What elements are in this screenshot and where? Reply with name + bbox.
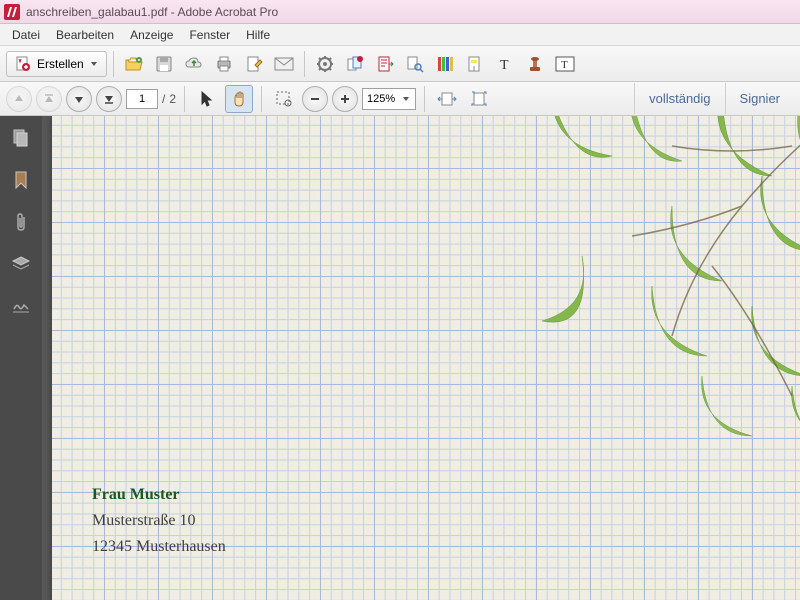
marquee-icon — [275, 90, 293, 108]
color-button[interactable] — [431, 50, 459, 78]
textbox-button[interactable]: T — [551, 50, 579, 78]
text-icon: T — [496, 55, 514, 73]
signature-icon — [11, 297, 31, 315]
minus-icon — [309, 93, 321, 105]
gear-icon — [316, 55, 334, 73]
zoom-value: 125% — [367, 93, 395, 105]
envelope-icon — [274, 57, 294, 71]
textbox-icon: T — [555, 56, 575, 72]
save-button[interactable] — [150, 50, 178, 78]
recipient-city: 12345 Musterhausen — [92, 538, 226, 556]
zoom-select[interactable]: 125% — [362, 88, 416, 110]
hand-tool-button[interactable] — [225, 85, 253, 113]
create-label: Erstellen — [37, 57, 84, 71]
full-mode-link[interactable]: vollständig — [634, 83, 724, 114]
thumbnails-panel-button[interactable] — [7, 124, 35, 152]
left-panel — [0, 116, 42, 600]
arrow-down-bar-icon — [103, 93, 115, 105]
zoom-in-button[interactable] — [332, 86, 358, 112]
combine-icon — [346, 55, 364, 73]
main-toolbar: Erstellen T T — [0, 46, 800, 82]
color-bars-icon — [436, 55, 454, 73]
cursor-icon — [199, 90, 215, 108]
plus-icon — [339, 93, 351, 105]
svg-text:T: T — [561, 59, 568, 71]
zoom-out-button[interactable] — [302, 86, 328, 112]
recipient-street: Musterstraße 10 — [92, 512, 226, 530]
first-page-button[interactable] — [36, 86, 62, 112]
stamp-button[interactable] — [521, 50, 549, 78]
title-bar: anschreiben_galabau1.pdf - Adobe Acrobat… — [0, 0, 800, 24]
menu-window[interactable]: Fenster — [181, 26, 238, 44]
export-button[interactable] — [371, 50, 399, 78]
window-title: anschreiben_galabau1.pdf - Adobe Acrobat… — [26, 5, 278, 19]
find-button[interactable] — [401, 50, 429, 78]
work-area: Frau Muster Musterstraße 10 12345 Muster… — [0, 116, 800, 600]
cloud-button[interactable] — [180, 50, 208, 78]
app-icon — [4, 4, 20, 20]
leaf-decoration — [492, 116, 800, 466]
menu-help[interactable]: Hilfe — [238, 26, 278, 44]
menu-file[interactable]: Datei — [4, 26, 48, 44]
letter-address-block: Frau Muster Musterstraße 10 12345 Muster… — [92, 486, 226, 556]
bookmark-icon — [12, 170, 30, 190]
pdf-page: Frau Muster Musterstraße 10 12345 Muster… — [52, 116, 800, 600]
arrow-up-bar-icon — [43, 93, 55, 105]
page-up-button[interactable] — [6, 86, 32, 112]
page-down-button[interactable] — [66, 86, 92, 112]
create-button[interactable]: Erstellen — [6, 51, 107, 77]
fit-width-icon — [437, 91, 457, 107]
highlight-button[interactable] — [461, 50, 489, 78]
arrow-down-icon — [73, 93, 85, 105]
paperclip-icon — [13, 212, 29, 232]
settings-button[interactable] — [311, 50, 339, 78]
attachments-panel-button[interactable] — [7, 208, 35, 236]
menu-edit[interactable]: Bearbeiten — [48, 26, 122, 44]
menu-view[interactable]: Anzeige — [122, 26, 181, 44]
create-pdf-icon — [15, 56, 31, 72]
page-number-input[interactable] — [126, 89, 158, 109]
text-button[interactable]: T — [491, 50, 519, 78]
print-icon — [215, 55, 233, 73]
print-button[interactable] — [210, 50, 238, 78]
page-separator: / — [162, 92, 165, 106]
export-icon — [376, 55, 394, 73]
page-total: 2 — [169, 92, 176, 106]
svg-text:T: T — [500, 58, 509, 73]
recipient-name: Frau Muster — [92, 486, 226, 504]
arrow-up-icon — [13, 93, 25, 105]
find-icon — [406, 55, 424, 73]
document-area[interactable]: Frau Muster Musterstraße 10 12345 Muster… — [42, 116, 800, 600]
signatures-panel-button[interactable] — [7, 292, 35, 320]
email-button[interactable] — [270, 50, 298, 78]
nav-toolbar: / 2 125% vollständig Signier — [0, 82, 800, 116]
stamp-icon — [526, 55, 544, 73]
select-tool-button[interactable] — [193, 85, 221, 113]
last-page-button[interactable] — [96, 86, 122, 112]
save-icon — [155, 55, 173, 73]
marquee-zoom-button[interactable] — [270, 85, 298, 113]
layers-icon — [11, 255, 31, 273]
hand-icon — [230, 90, 248, 108]
bookmarks-panel-button[interactable] — [7, 166, 35, 194]
highlight-icon — [466, 55, 484, 73]
edit-button[interactable] — [240, 50, 268, 78]
fit-page-button[interactable] — [465, 85, 493, 113]
open-button[interactable] — [120, 50, 148, 78]
cloud-icon — [184, 56, 204, 72]
fit-page-icon — [470, 90, 488, 108]
dropdown-icon — [90, 60, 98, 68]
layers-panel-button[interactable] — [7, 250, 35, 278]
edit-page-icon — [245, 55, 263, 73]
combine-button[interactable] — [341, 50, 369, 78]
sign-link[interactable]: Signier — [725, 83, 794, 114]
pages-icon — [11, 128, 31, 148]
folder-open-icon — [124, 55, 144, 73]
fit-width-button[interactable] — [433, 85, 461, 113]
menu-bar: Datei Bearbeiten Anzeige Fenster Hilfe — [0, 24, 800, 46]
dropdown-icon — [401, 94, 411, 104]
